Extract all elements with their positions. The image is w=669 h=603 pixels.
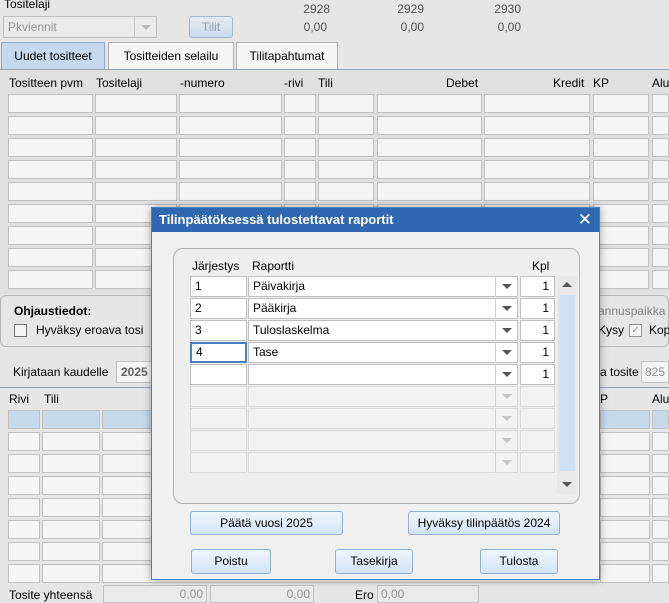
kpl-field-text: 1 <box>542 301 549 315</box>
kpl-field[interactable]: 1 <box>520 276 555 297</box>
close-icon[interactable]: ✕ <box>578 208 592 232</box>
jarjestys-field[interactable]: 1 <box>190 276 247 297</box>
header-jarjestys: Järjestys <box>192 259 240 273</box>
scroll-up-icon[interactable] <box>557 276 577 294</box>
kpl-field-text: 1 <box>542 323 549 337</box>
jarjestys-field[interactable] <box>190 430 247 451</box>
kpl-field[interactable]: 1 <box>520 298 555 319</box>
jarjestys-field[interactable]: 4 <box>190 342 247 363</box>
chevron-down-icon[interactable] <box>495 386 517 407</box>
scroll-thumb[interactable] <box>559 295 575 471</box>
chevron-down-icon[interactable] <box>495 408 517 429</box>
raportti-select-text: Tase <box>253 345 279 359</box>
kpl-field[interactable] <box>520 430 555 451</box>
header-kpl: Kpl <box>532 259 550 273</box>
raportti-select[interactable] <box>248 430 518 451</box>
jarjestys-field[interactable] <box>190 386 247 407</box>
chevron-down-icon[interactable] <box>495 298 517 319</box>
raportti-select[interactable]: Tuloslaskelma <box>248 320 518 341</box>
reports-dialog: Tilinpäätöksessä tulostettavat raportit … <box>151 207 600 580</box>
jarjestys-field[interactable]: 3 <box>190 320 247 341</box>
jarjestys-field-text: 1 <box>195 279 202 293</box>
raportti-select[interactable] <box>248 386 518 407</box>
jarjestys-field-text: 3 <box>195 323 202 337</box>
dialog-titlebar: Tilinpäätöksessä tulostettavat raportit … <box>152 208 599 232</box>
raportti-select-text: Päivakirja <box>253 279 306 293</box>
jarjestys-field[interactable] <box>190 408 247 429</box>
hyvaksy-tilinpaatos-button[interactable]: Hyväksy tilinpäätös 2024 <box>408 511 560 535</box>
kpl-field[interactable]: 1 <box>520 342 555 363</box>
kpl-field[interactable]: 1 <box>520 364 555 385</box>
raportti-select[interactable]: Päivakirja <box>248 276 518 297</box>
chevron-down-icon[interactable] <box>495 320 517 341</box>
jarjestys-field[interactable]: 2 <box>190 298 247 319</box>
dialog-title: Tilinpäätöksessä tulostettavat raportit <box>159 212 394 227</box>
kpl-field-text: 1 <box>542 345 549 359</box>
kpl-field-text: 1 <box>542 279 549 293</box>
jarjestys-field-text: 4 <box>196 345 203 359</box>
reports-table-panel: Järjestys Raportti Kpl 1 Päivakirja 1 2 Pääk… <box>173 248 580 504</box>
raportti-select[interactable] <box>248 408 518 429</box>
tulosta-button[interactable]: Tulosta <box>480 549 558 574</box>
chevron-down-icon[interactable] <box>495 342 517 363</box>
raportti-select-text: Tuloslaskelma <box>253 323 330 337</box>
paata-vuosi-button[interactable]: Päätä vuosi 2025 <box>190 511 343 535</box>
tasekirja-button[interactable]: Tasekirja <box>335 549 413 574</box>
jarjestys-field[interactable] <box>190 364 247 385</box>
jarjestys-field[interactable] <box>190 452 247 473</box>
jarjestys-field-text: 2 <box>195 301 202 315</box>
chevron-down-icon[interactable] <box>495 364 517 385</box>
chevron-down-icon[interactable] <box>495 276 517 297</box>
header-raportti: Raportti <box>252 259 295 273</box>
kpl-field[interactable] <box>520 452 555 473</box>
kpl-field[interactable] <box>520 408 555 429</box>
kpl-field-text: 1 <box>542 367 549 381</box>
scrollbar[interactable] <box>557 276 577 494</box>
raportti-select[interactable] <box>248 452 518 473</box>
chevron-down-icon[interactable] <box>495 452 517 473</box>
poistu-button[interactable]: Poistu <box>191 549 271 574</box>
kpl-field[interactable] <box>520 386 555 407</box>
raportti-select[interactable] <box>248 364 518 385</box>
raportti-select-text: Pääkirja <box>253 301 297 315</box>
kpl-field[interactable]: 1 <box>520 320 555 341</box>
scroll-down-icon[interactable] <box>557 476 577 494</box>
raportti-select[interactable]: Tase <box>248 342 518 363</box>
raportti-select[interactable]: Pääkirja <box>248 298 518 319</box>
chevron-down-icon[interactable] <box>495 430 517 451</box>
